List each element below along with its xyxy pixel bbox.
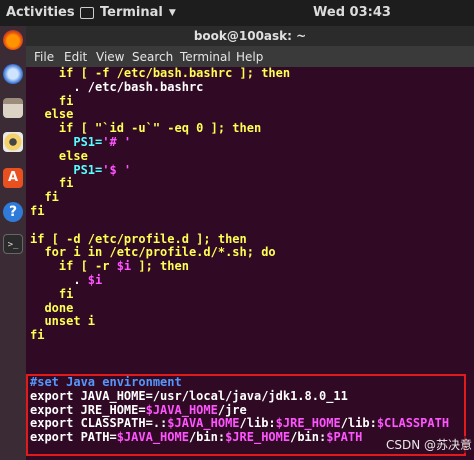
code-variable: $i (87, 272, 103, 287)
firefox-icon[interactable] (3, 30, 23, 50)
menu-terminal[interactable]: Terminal (180, 50, 231, 64)
java-env-block: #set Java environment export JAVA_HOME=/… (30, 375, 450, 445)
code-line: ]; then (131, 259, 189, 274)
window-title: book@100ask: ~ (193, 29, 307, 43)
code-comment: #set Java environment (30, 375, 182, 389)
code-line: if [ -d /etc/profile.d ]; then (30, 231, 247, 246)
files-icon[interactable] (3, 98, 23, 118)
code-line: fi (30, 93, 74, 108)
app-name: Terminal (100, 5, 163, 20)
code-line: export PATH= (30, 430, 117, 445)
code-variable: $PATH (326, 430, 363, 445)
watermark: CSDN @苏决意 (386, 436, 473, 453)
code-line: if [ "`id -u`" -eq 0 ]; then (30, 121, 262, 136)
code-string: '# ' (102, 134, 132, 149)
menu-file[interactable]: File (34, 50, 54, 64)
code-line: export JRE_HOME= (30, 402, 146, 417)
top-panel: Activities Terminal ▼ Wed 03:43 (0, 0, 474, 26)
code-line: /bin: (290, 430, 327, 445)
menu-edit[interactable]: Edit (64, 50, 87, 64)
code-line: . (30, 272, 88, 287)
menu-help[interactable]: Help (236, 50, 263, 64)
code-line: else (30, 107, 74, 122)
code-line: export JAVA_HOME=/usr/local/java/jdk1.8.… (30, 388, 348, 403)
code-block: if [ -f /etc/bash.bashrc ]; then . /etc/… (30, 66, 291, 343)
code-line: fi (30, 203, 45, 218)
code-line: fi (30, 176, 74, 191)
code-line: fi (30, 190, 59, 205)
code-variable: $JAVA_HOME (167, 416, 240, 431)
code-variable: $i (116, 259, 132, 274)
menu-search[interactable]: Search (132, 50, 173, 64)
code-line: if [ -r (30, 259, 117, 274)
menu-view[interactable]: View (96, 50, 124, 64)
launcher: A ? >_ (0, 26, 26, 460)
code-line: . /etc/bash.bashrc (30, 79, 204, 94)
code-line: unset i (30, 314, 96, 329)
activities-button[interactable]: Activities (6, 5, 75, 20)
code-line: for i in /etc/profile.d/*.sh; do (30, 245, 276, 260)
code-line: /lib: (239, 416, 276, 431)
code-line: else (30, 148, 88, 163)
code-line: /lib: (340, 416, 377, 431)
code-variable: $JAVA_HOME (116, 430, 189, 445)
window-titlebar[interactable]: book@100ask: ~ (26, 26, 474, 46)
code-line: export CLASSPATH=.: (30, 416, 168, 431)
code-line: PS1= (30, 162, 103, 177)
software-center-icon[interactable]: A (3, 168, 23, 188)
code-line: /jre (217, 402, 247, 417)
app-menu[interactable]: Terminal ▼ (80, 5, 176, 20)
rhythmbox-icon[interactable] (3, 132, 23, 152)
menu-bar: File Edit View Search Terminal Help (26, 46, 474, 67)
code-line: PS1= (30, 134, 103, 149)
code-variable: $CLASSPATH (376, 416, 450, 431)
code-variable: $JRE_HOME (275, 416, 341, 431)
code-variable: $JAVA_HOME (145, 402, 218, 417)
code-string: '$ ' (102, 162, 132, 177)
help-icon[interactable]: ? (3, 202, 23, 222)
terminal-icon (80, 6, 94, 19)
code-line: /bin: (188, 430, 226, 445)
code-line: fi (30, 286, 74, 301)
code-line: done (30, 300, 74, 315)
terminal-icon[interactable]: >_ (3, 234, 23, 254)
clock[interactable]: Wed 03:43 (313, 5, 391, 20)
chevron-down-icon: ▼ (168, 7, 176, 18)
code-line: fi (30, 328, 45, 343)
thunderbird-icon[interactable] (3, 64, 23, 84)
code-line: if [ -f /etc/bash.bashrc ]; then (30, 66, 291, 80)
code-variable: $JRE_HOME (225, 430, 291, 445)
